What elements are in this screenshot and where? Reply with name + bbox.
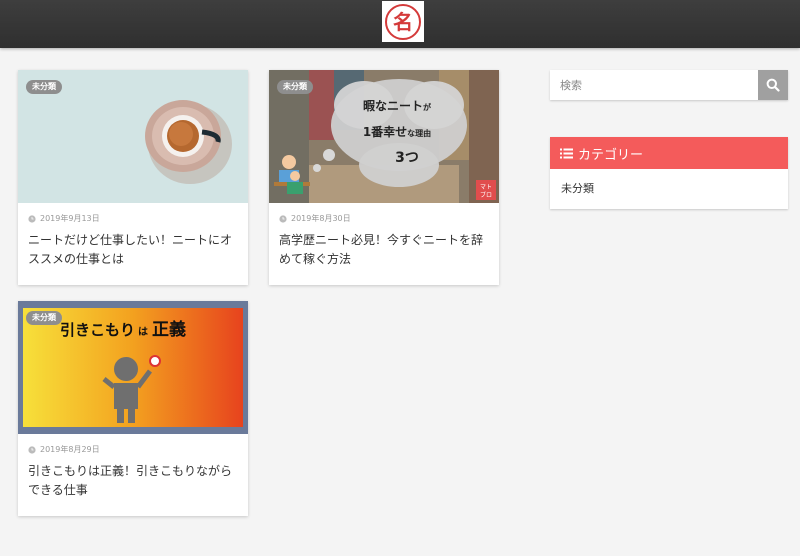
clock-icon [28,445,36,454]
post-date-text: 2019年8月30日 [291,214,351,223]
category-badge[interactable]: 未分類 [26,80,62,94]
post-card[interactable]: 未分類 2019年9月13日 ニートだけど仕事したい！ニートにオススメの仕事とは [18,70,248,285]
post-title[interactable]: 引きこもりは正義！引きこもりながらできる仕事 [28,462,238,500]
svg-text:引きこもりは正義: 引きこもりは正義 [60,319,186,340]
search-form [550,70,788,100]
svg-text:ブロ: ブロ [480,191,492,199]
search-button[interactable] [758,70,788,100]
post-date-text: 2019年9月13日 [40,214,100,223]
post-date-text: 2019年8月29日 [40,445,100,454]
category-badge[interactable]: 未分類 [277,80,313,94]
category-link[interactable]: 未分類 [561,180,788,196]
svg-text:暇なニートが: 暇なニートが [363,99,432,113]
category-badge[interactable]: 未分類 [26,311,62,325]
post-date: 2019年9月13日 [28,213,248,224]
svg-text:3つ: 3つ [395,150,419,166]
post-card[interactable]: 引きこもりは正義 未分類 2019年8月29日 引きこもりは正義！引きこもりなが… [18,301,248,516]
site-header: 名 [0,0,800,48]
list-icon [560,148,573,158]
post-thumbnail[interactable]: 未分類 [18,70,248,203]
post-title[interactable]: ニートだけど仕事したい！ニートにオススメの仕事とは [28,231,238,269]
category-widget: カテゴリー 未分類 [550,137,788,209]
post-card[interactable]: 暇なニートが 1番幸せな理由 3つ マト ブロ 未分類 2019年8月30日 高… [269,70,499,285]
category-widget-header: カテゴリー [550,137,788,169]
category-widget-title: カテゴリー [578,147,644,163]
post-title[interactable]: 高学歴ニート必見！今すぐニートを辞めて稼ぐ方法 [279,231,489,269]
search-input[interactable] [550,70,756,100]
clock-icon [279,214,287,223]
logo-stamp-icon: 名 [385,3,421,40]
post-date: 2019年8月30日 [279,213,499,224]
post-date: 2019年8月29日 [28,444,248,455]
svg-text:名: 名 [393,10,413,34]
site-logo[interactable]: 名 [382,1,424,42]
search-icon [766,78,780,92]
svg-text:マト: マト [480,184,492,191]
clock-icon [28,214,36,223]
post-thumbnail[interactable]: 引きこもりは正義 未分類 [18,301,248,434]
post-thumbnail[interactable]: 暇なニートが 1番幸せな理由 3つ マト ブロ 未分類 [269,70,499,203]
